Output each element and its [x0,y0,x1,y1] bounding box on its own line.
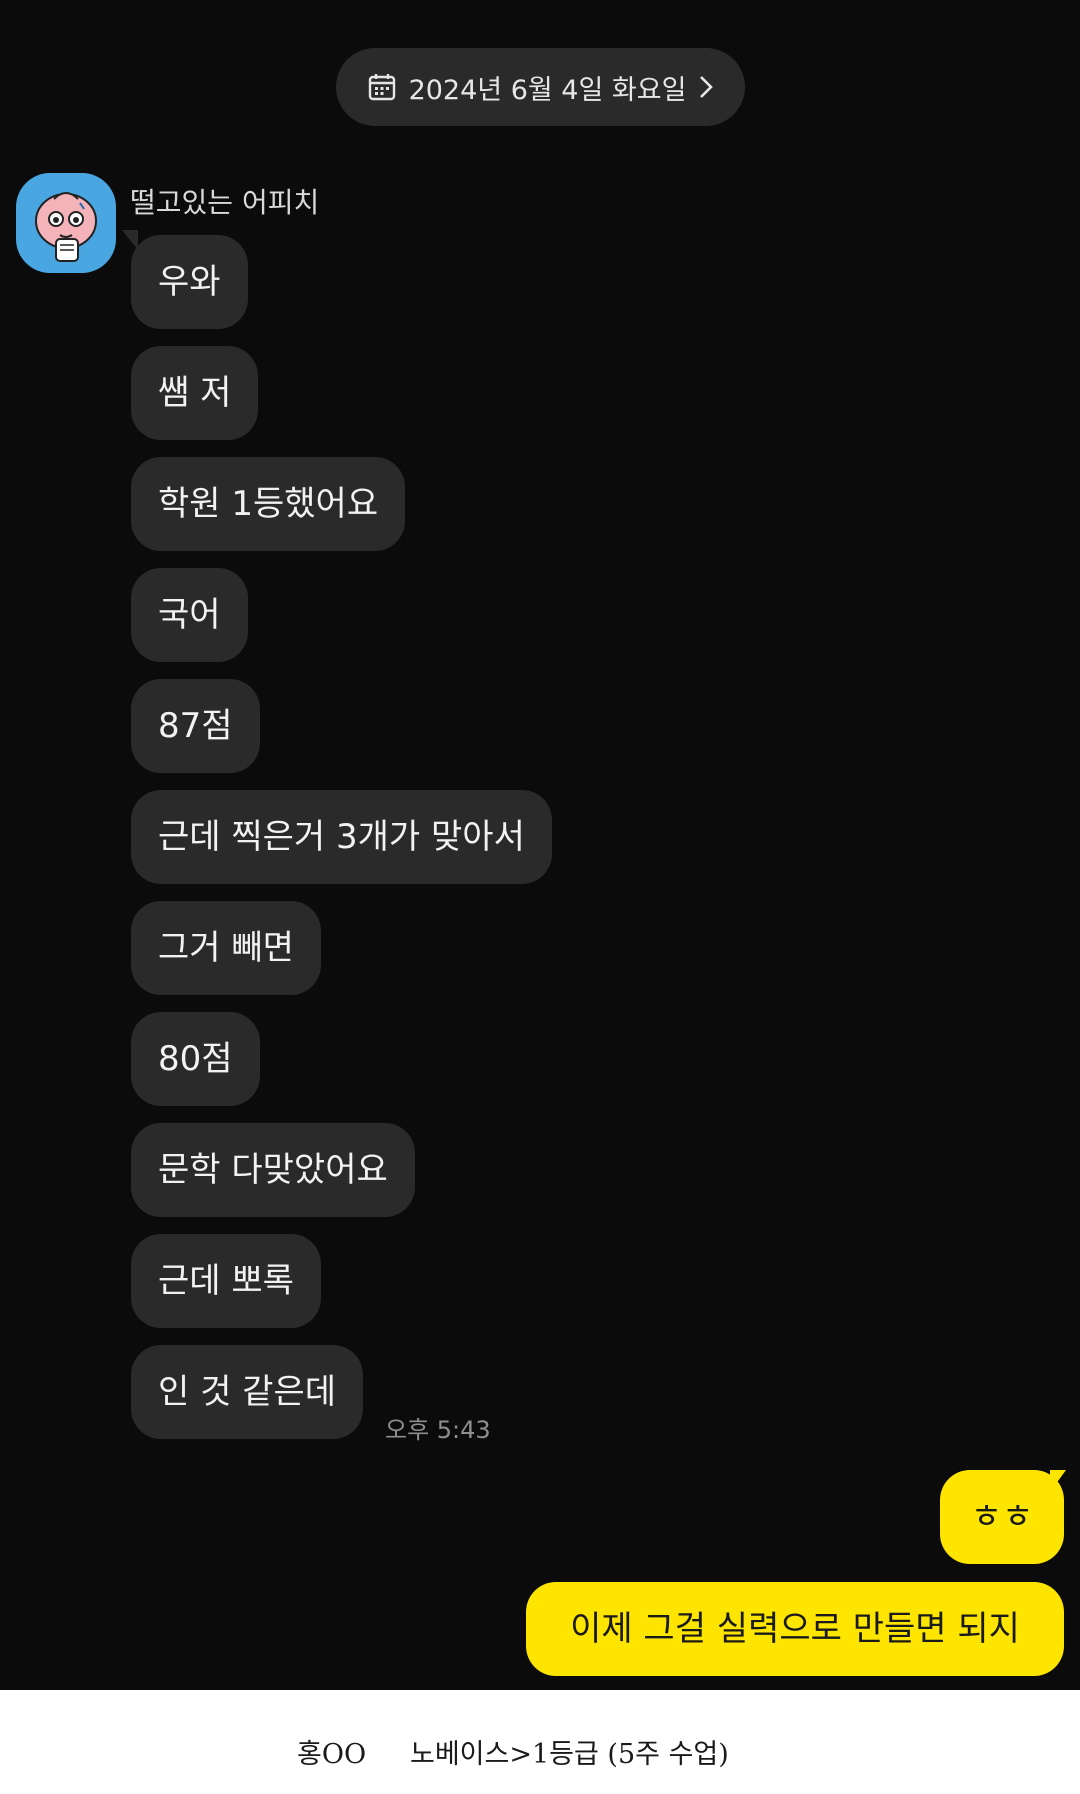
student-description: 노베이스>1등급 (5주 수업) [410,1739,729,1770]
incoming-message[interactable]: 그거 빼면 [131,901,321,995]
caption-bar: 홍OO 노베이스>1등급 (5주 수업) [0,1690,1080,1794]
incoming-message[interactable]: 87점 [131,679,260,773]
incoming-message[interactable]: 80점 [131,1012,260,1106]
chevron-right-icon [698,74,714,100]
sender-name: 떨고있는 어피치 [130,186,320,219]
incoming-message[interactable]: 우와 [131,235,248,329]
incoming-message[interactable]: 문학 다맞았어요 [131,1123,415,1217]
incoming-message[interactable]: 인 것 같은데 [131,1345,364,1439]
calendar-icon [367,72,397,102]
date-header-button[interactable]: 2024년 6월 4일 화요일 [336,48,745,126]
chat-area: 2024년 6월 4일 화요일 떨고있는 어피치 우와 쌤 저 학원 1등했어요… [0,0,1080,1690]
student-name: 홍OO [297,1739,367,1770]
incoming-message[interactable]: 학원 1등했어요 [131,457,406,551]
date-label: 2024년 6월 4일 화요일 [408,74,687,106]
outgoing-message[interactable]: ㅎㅎ [940,1470,1064,1564]
outgoing-message[interactable]: 이제 그걸 실력으로 만들면 되지 [526,1582,1064,1676]
message-timestamp: 오후 5:43 [385,1416,491,1444]
incoming-message[interactable]: 근데 뽀록 [131,1234,321,1328]
apeach-avatar-icon[interactable] [16,173,116,273]
incoming-message[interactable]: 쌤 저 [131,346,259,440]
incoming-message[interactable]: 근데 찍은거 3개가 맞아서 [131,790,552,884]
incoming-message[interactable]: 국어 [131,568,248,662]
